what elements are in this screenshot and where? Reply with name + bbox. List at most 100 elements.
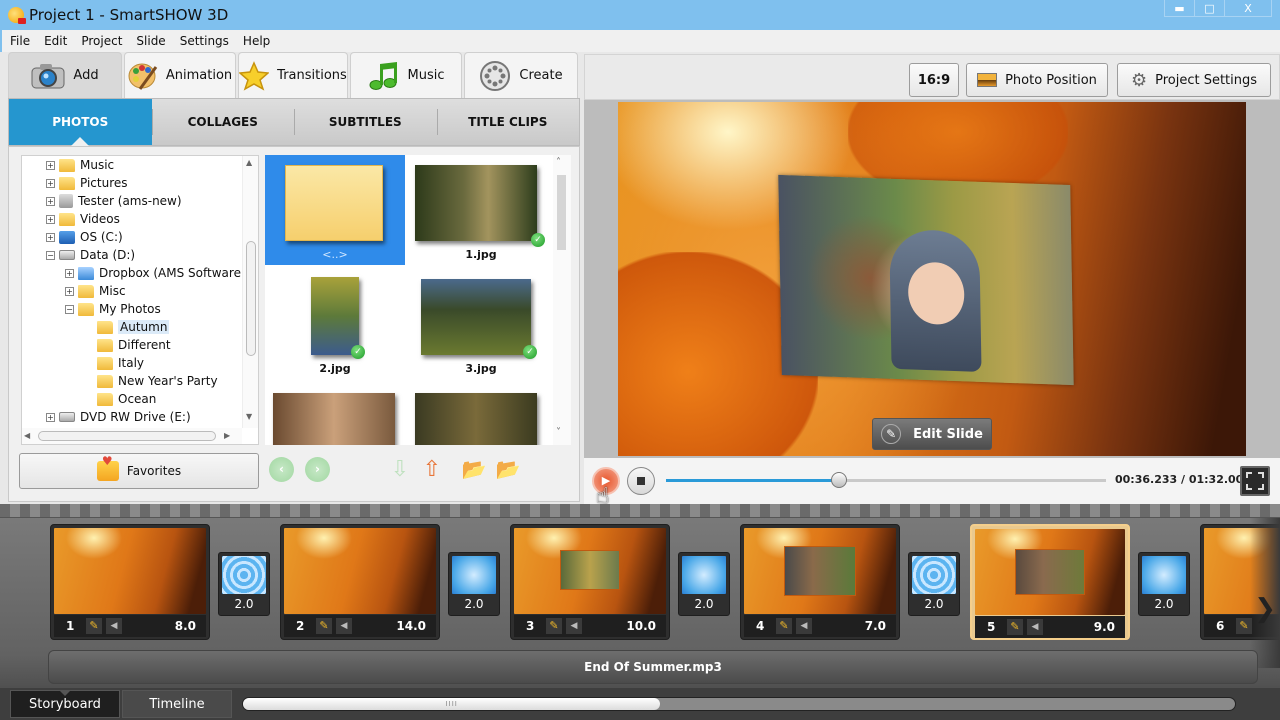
remove-from-slides-button[interactable]: ⇧ [419, 455, 445, 483]
tab-transitions[interactable]: Transitions [238, 52, 348, 98]
tree-item-data-d[interactable]: − Data (D:) [46, 246, 135, 264]
edit-slide-pen-icon[interactable]: ✎ [1007, 619, 1023, 635]
tree-item-music[interactable]: + Music [46, 156, 114, 174]
scroll-up-icon[interactable]: ▲ [246, 158, 252, 167]
tree-vertical-scrollbar[interactable]: ▲ ▼ [242, 156, 258, 428]
menu-edit[interactable]: Edit [44, 34, 67, 48]
tree-item-os-c[interactable]: + OS (C:) [46, 228, 123, 246]
tree-item-dropbox[interactable]: + Dropbox (AMS Software [65, 264, 241, 282]
expand-icon[interactable]: + [65, 286, 74, 296]
thumbnail-photo[interactable]: ✓ 1.jpg [411, 155, 551, 265]
subtab-collages[interactable]: COLLAGES [151, 99, 295, 145]
slide-card[interactable]: 2 ✎ ◀ 14.0 [280, 524, 440, 640]
slide-card[interactable]: 1 ✎ ◀ 8.0 [50, 524, 210, 640]
thumbnail-photo[interactable]: ✓ 3.jpg [411, 269, 551, 379]
tree-item-new-years-party[interactable]: New Year's Party [97, 372, 218, 390]
scroll-down-icon[interactable]: ˅ [556, 427, 561, 438]
thumbnails-scrollbar[interactable]: ˄ ˅ [553, 155, 571, 445]
tree-item-different[interactable]: Different [97, 336, 171, 354]
scroll-down-icon[interactable]: ▼ [246, 412, 252, 421]
menu-file[interactable]: File [10, 34, 30, 48]
subtab-subtitles[interactable]: SUBTITLES [294, 99, 437, 145]
collapse-icon[interactable]: − [46, 250, 55, 260]
thumbnail-folder-up[interactable]: <..> [265, 155, 405, 265]
seek-bar-knob[interactable] [831, 472, 848, 488]
tree-item-autumn[interactable]: Autumn [97, 318, 170, 336]
edit-slide-pen-icon[interactable]: ✎ [546, 618, 562, 634]
tab-create[interactable]: Create [464, 52, 578, 98]
expand-icon[interactable]: + [46, 232, 55, 242]
tree-item-dvd-e[interactable]: + DVD RW Drive (E:) [46, 408, 191, 426]
menu-help[interactable]: Help [243, 34, 270, 48]
tree-hscroll-thumb[interactable] [38, 431, 216, 441]
menu-slide[interactable]: Slide [136, 34, 165, 48]
edit-slide-pen-icon[interactable]: ✎ [776, 618, 792, 634]
tree-item-misc[interactable]: + Misc [65, 282, 126, 300]
transition-card[interactable]: 2.0 [218, 552, 270, 616]
scroll-up-icon[interactable]: ˄ [556, 157, 561, 168]
favorites-button[interactable]: Favorites [19, 453, 259, 489]
edit-slide-pen-icon[interactable]: ✎ [316, 618, 332, 634]
maximize-button[interactable]: □ [1195, 0, 1225, 16]
transition-card[interactable]: 2.0 [1138, 552, 1190, 616]
project-settings-button[interactable]: ⚙ Project Settings [1117, 63, 1271, 97]
expand-icon[interactable]: + [46, 178, 55, 188]
storyboard-scroll-thumb[interactable]: IIII [243, 698, 661, 710]
slide-card[interactable]: 4 ✎ ◀ 7.0 [740, 524, 900, 640]
thumbnails-scroll-thumb[interactable] [557, 175, 566, 250]
edit-slide-pen-icon[interactable]: ✎ [86, 618, 102, 634]
expand-icon[interactable]: + [46, 160, 55, 170]
fullscreen-button[interactable] [1240, 466, 1270, 496]
remove-all-button[interactable]: 📂 [495, 455, 521, 483]
minimize-button[interactable]: ▬ [1165, 0, 1195, 16]
thumbnail-photo[interactable] [265, 383, 405, 445]
menu-project[interactable]: Project [81, 34, 122, 48]
add-to-slides-button[interactable]: ⇩ [387, 455, 413, 483]
collapse-icon[interactable]: − [65, 304, 74, 314]
tree-horizontal-scrollbar[interactable]: ◀ ▶ [22, 428, 242, 444]
tab-music[interactable]: Music [350, 52, 462, 98]
stop-button[interactable] [627, 467, 655, 495]
thumbnail-photo[interactable]: ✓ 2.jpg [265, 269, 405, 379]
expand-icon[interactable]: + [46, 196, 55, 206]
transition-card[interactable]: 2.0 [678, 552, 730, 616]
back-button[interactable]: ‹ [269, 457, 294, 482]
scroll-right-icon[interactable]: ▶ [224, 431, 230, 440]
photo-position-button[interactable]: Photo Position [966, 63, 1108, 97]
tab-add[interactable]: Add [8, 52, 122, 98]
transition-card[interactable]: 2.0 [908, 552, 960, 616]
tab-animation[interactable]: Animation [124, 52, 236, 98]
add-all-button[interactable]: 📂 [461, 455, 487, 483]
tree-item-tester[interactable]: + Tester (ams-new) [46, 192, 182, 210]
aspect-ratio-button[interactable]: 16:9 [909, 63, 959, 97]
scroll-next-icon[interactable]: ❯ [1254, 594, 1276, 624]
tree-item-my-photos[interactable]: − My Photos [65, 300, 161, 318]
tab-timeline[interactable]: Timeline [122, 690, 232, 718]
subtab-title-clips[interactable]: TITLE CLIPS [436, 99, 580, 145]
tree-item-ocean[interactable]: Ocean [97, 390, 156, 408]
speaker-icon[interactable]: ◀ [1027, 619, 1043, 635]
menu-settings[interactable]: Settings [180, 34, 229, 48]
tree-item-videos[interactable]: + Videos [46, 210, 120, 228]
close-button[interactable]: X [1225, 0, 1271, 16]
transition-card[interactable]: 2.0 [448, 552, 500, 616]
edit-slide-button[interactable]: ✎ Edit Slide [872, 418, 992, 450]
tree-item-pictures[interactable]: + Pictures [46, 174, 128, 192]
expand-icon[interactable]: + [46, 214, 55, 224]
music-track[interactable]: End Of Summer.mp3 [48, 650, 1258, 684]
seek-bar[interactable] [666, 472, 1106, 488]
storyboard-scrollbar[interactable]: IIII [242, 697, 1236, 711]
thumbnail-photo[interactable] [411, 383, 551, 445]
expand-icon[interactable]: + [46, 412, 55, 422]
tree-item-italy[interactable]: Italy [97, 354, 144, 372]
speaker-icon[interactable]: ◀ [566, 618, 582, 634]
slide-card-current[interactable]: 5 ✎ ◀ 9.0 [970, 524, 1130, 640]
subtab-photos[interactable]: PHOTOS [9, 99, 152, 146]
scroll-left-icon[interactable]: ◀ [24, 431, 30, 440]
forward-button[interactable]: › [305, 457, 330, 482]
tab-storyboard[interactable]: Storyboard [10, 690, 120, 718]
slide-card[interactable]: 3 ✎ ◀ 10.0 [510, 524, 670, 640]
speaker-icon[interactable]: ◀ [336, 618, 352, 634]
tree-scroll-thumb[interactable] [246, 241, 256, 356]
speaker-icon[interactable]: ◀ [106, 618, 122, 634]
